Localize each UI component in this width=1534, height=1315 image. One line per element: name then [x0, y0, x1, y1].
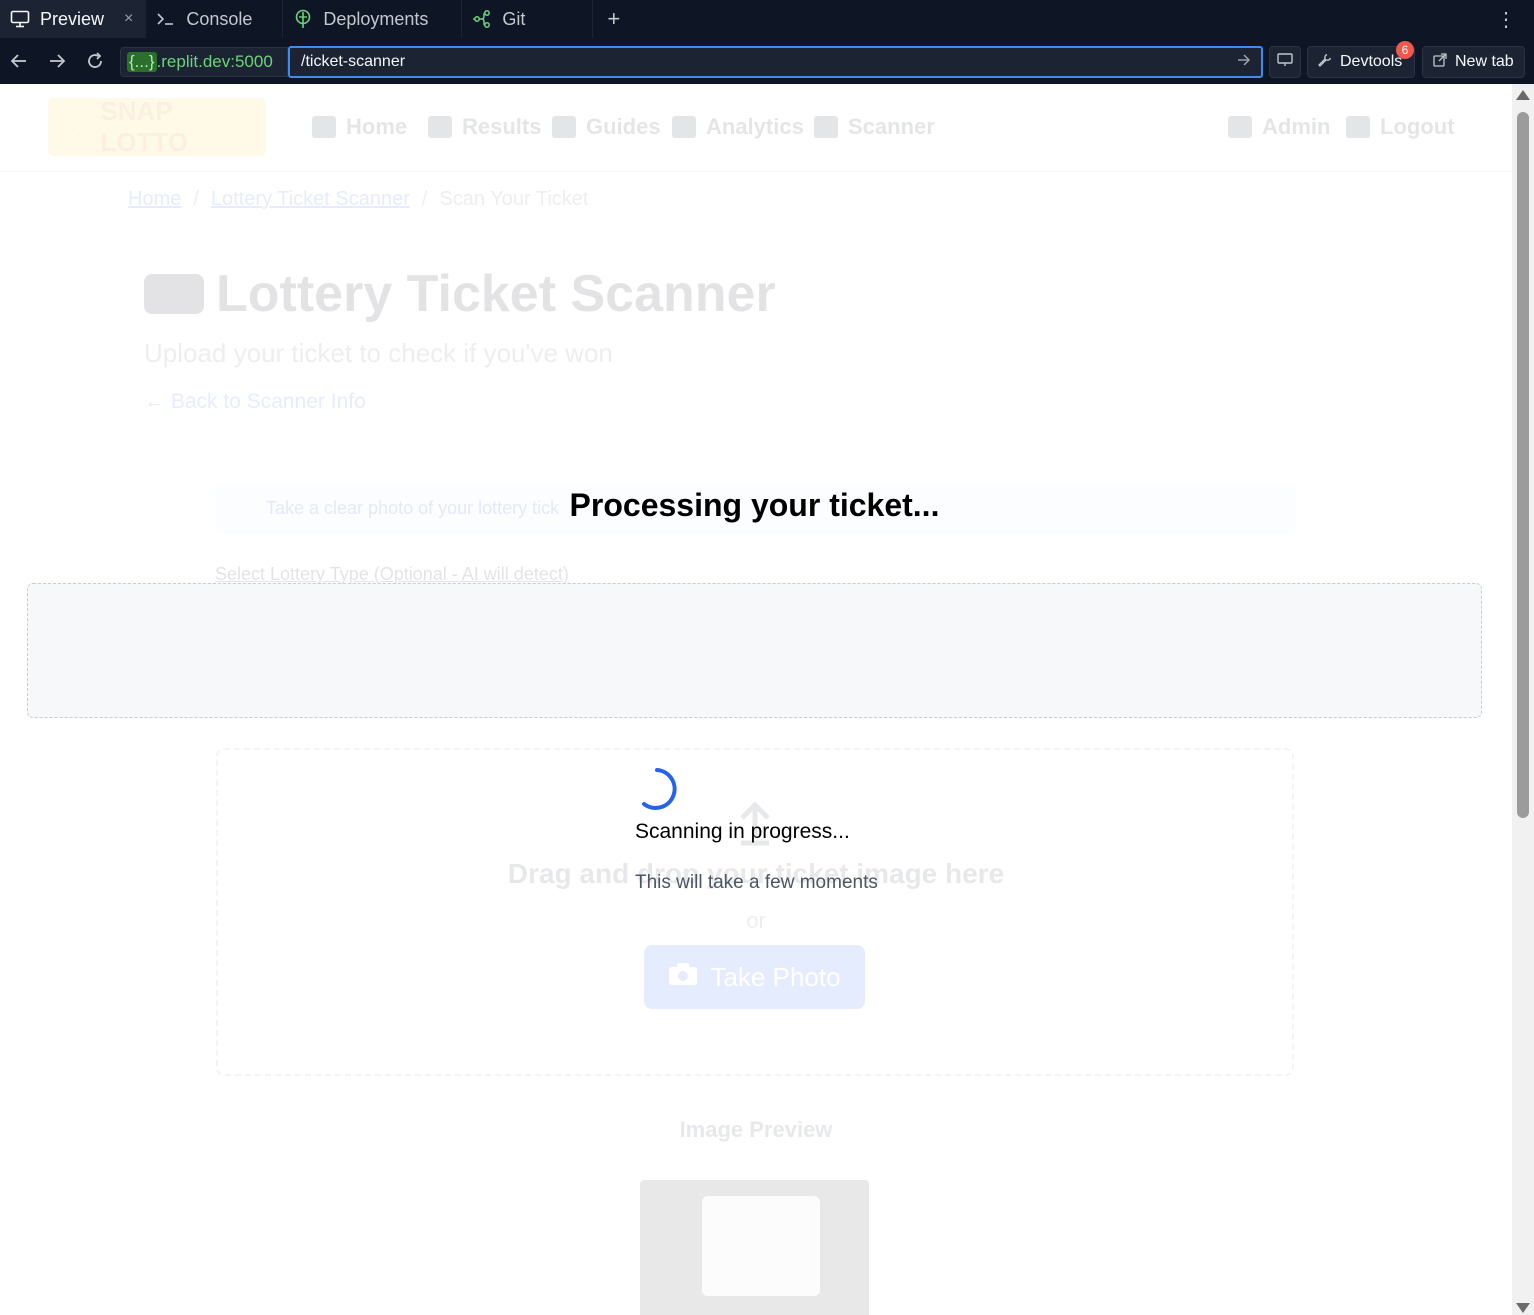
- back-link-label: Back to Scanner Info: [170, 390, 366, 413]
- nav-admin[interactable]: Admin: [1228, 114, 1330, 140]
- tab-label: Deployments: [323, 8, 429, 29]
- nav-label: Guides: [586, 114, 661, 139]
- add-tab-button[interactable]: +: [593, 0, 634, 38]
- nav-label: Admin: [1262, 114, 1331, 139]
- breadcrumb-home[interactable]: Home: [128, 188, 181, 211]
- image-preview-label: Image Preview: [679, 1117, 833, 1142]
- breadcrumb: Home / Lottery Ticket Scanner / Scan You…: [128, 188, 588, 211]
- camera-icon: [668, 962, 698, 993]
- nav-logout[interactable]: Logout: [1346, 114, 1455, 140]
- tab-preview[interactable]: Preview ×: [0, 0, 147, 38]
- nav-label: Results: [462, 114, 542, 139]
- logo-text: SNAP LOTTO: [100, 96, 188, 157]
- site-navbar: ⚡ SNAP LOTTO Home Results Guides Analyti…: [0, 84, 1512, 172]
- preview-viewport: ⚡ SNAP LOTTO Home Results Guides Analyti…: [0, 84, 1512, 1315]
- lottery-type-select-placeholder: [27, 583, 1482, 718]
- scanning-status: Scanning in progress...: [635, 820, 850, 843]
- terminal-icon: [156, 9, 176, 29]
- logout-icon: [1346, 116, 1370, 138]
- monitor-icon: [10, 9, 30, 29]
- nav-home[interactable]: Home: [312, 114, 407, 140]
- tab-git[interactable]: Git: [462, 0, 594, 38]
- close-icon[interactable]: ×: [124, 10, 133, 28]
- breadcrumb-scanner[interactable]: Lottery Ticket Scanner: [211, 188, 410, 211]
- external-link-icon: [1433, 52, 1447, 72]
- nav-label: Analytics: [706, 114, 804, 139]
- lottery-type-label: Select Lottery Type (Optional - AI will …: [215, 564, 569, 584]
- dropzone-or: or: [746, 908, 766, 933]
- git-icon: [472, 9, 492, 29]
- nav-analytics[interactable]: Analytics: [672, 114, 804, 140]
- nav-label: Logout: [1380, 114, 1455, 139]
- back-arrow-icon[interactable]: [0, 38, 38, 84]
- nav-guides[interactable]: Guides: [552, 114, 661, 140]
- scroll-down-icon[interactable]: [1516, 1303, 1530, 1313]
- tab-label: Preview: [40, 8, 105, 29]
- screen-size-button[interactable]: [1269, 46, 1301, 78]
- page-title-text: Lottery Ticket Scanner: [216, 265, 776, 323]
- scroll-up-icon[interactable]: [1516, 90, 1530, 100]
- ticket-icon: [144, 274, 204, 314]
- back-link[interactable]: ← Back to Scanner Info: [144, 390, 366, 414]
- ticket-card-shape: [702, 1196, 820, 1296]
- reload-icon[interactable]: [76, 38, 114, 84]
- nav-label: Home: [346, 114, 408, 139]
- loading-spinner-icon: [642, 768, 677, 810]
- page-subtitle: Upload your ticket to check if you've wo…: [144, 338, 613, 368]
- notification-badge: 6: [1396, 41, 1414, 59]
- devtools-button[interactable]: Devtools 6: [1307, 41, 1415, 78]
- replit-tab-bar: Preview × Console Deployments Git + ⋮: [0, 0, 1534, 38]
- more-options-icon[interactable]: ⋮: [1478, 0, 1534, 38]
- wrench-icon: [1318, 53, 1332, 72]
- list-icon: [428, 116, 452, 138]
- processing-title: Processing your ticket...: [569, 487, 940, 523]
- breadcrumb-separator: /: [421, 188, 428, 210]
- new-tab-label: New tab: [1455, 53, 1514, 70]
- tab-label: Git: [502, 8, 526, 29]
- tab-deployments[interactable]: Deployments: [283, 0, 463, 38]
- home-icon: [312, 116, 336, 138]
- preview-url-bar: {...} .replit.dev:5000 /ticket-scanner D…: [0, 38, 1534, 84]
- take-photo-button[interactable]: Take Photo: [644, 945, 865, 1009]
- take-photo-label: Take Photo: [710, 961, 841, 992]
- monitor-icon: [1277, 52, 1293, 72]
- host-domain: .replit.dev:5000: [156, 52, 273, 71]
- nav-label: Scanner: [848, 114, 935, 139]
- tab-console[interactable]: Console: [146, 0, 284, 38]
- book-icon: [552, 116, 576, 138]
- arrow-left-icon: ←: [144, 390, 165, 413]
- shield-icon: [1228, 116, 1252, 138]
- site-logo[interactable]: ⚡ SNAP LOTTO: [48, 96, 266, 157]
- scrollbar-thumb[interactable]: [1517, 112, 1529, 818]
- breadcrumb-separator: /: [193, 188, 199, 210]
- chart-icon: [672, 116, 696, 138]
- go-arrow-icon[interactable]: [1237, 53, 1251, 70]
- nav-results[interactable]: Results: [428, 114, 541, 140]
- nav-scanner[interactable]: Scanner: [814, 114, 935, 140]
- url-host: {...} .replit.dev:5000: [120, 47, 288, 77]
- tab-label: Console: [186, 8, 253, 29]
- forward-arrow-icon[interactable]: [38, 38, 76, 84]
- ticket-preview-image: [640, 1180, 869, 1315]
- scanning-subtext: This will take a few moments: [635, 872, 878, 893]
- host-braces: {...}: [127, 52, 157, 72]
- bolt-icon: ⚡: [62, 111, 95, 142]
- breadcrumb-current: Scan Your Ticket: [439, 188, 589, 210]
- url-path-text: /ticket-scanner: [301, 53, 406, 70]
- devtools-label: Devtools: [1340, 53, 1403, 70]
- new-tab-button[interactable]: New tab: [1422, 46, 1525, 78]
- page-scrollbar[interactable]: [1512, 84, 1534, 1315]
- ticket-icon: [814, 116, 838, 138]
- page-title: Lottery Ticket Scanner: [144, 264, 776, 324]
- deployments-icon: [293, 9, 313, 29]
- url-path-input[interactable]: /ticket-scanner: [288, 46, 1263, 78]
